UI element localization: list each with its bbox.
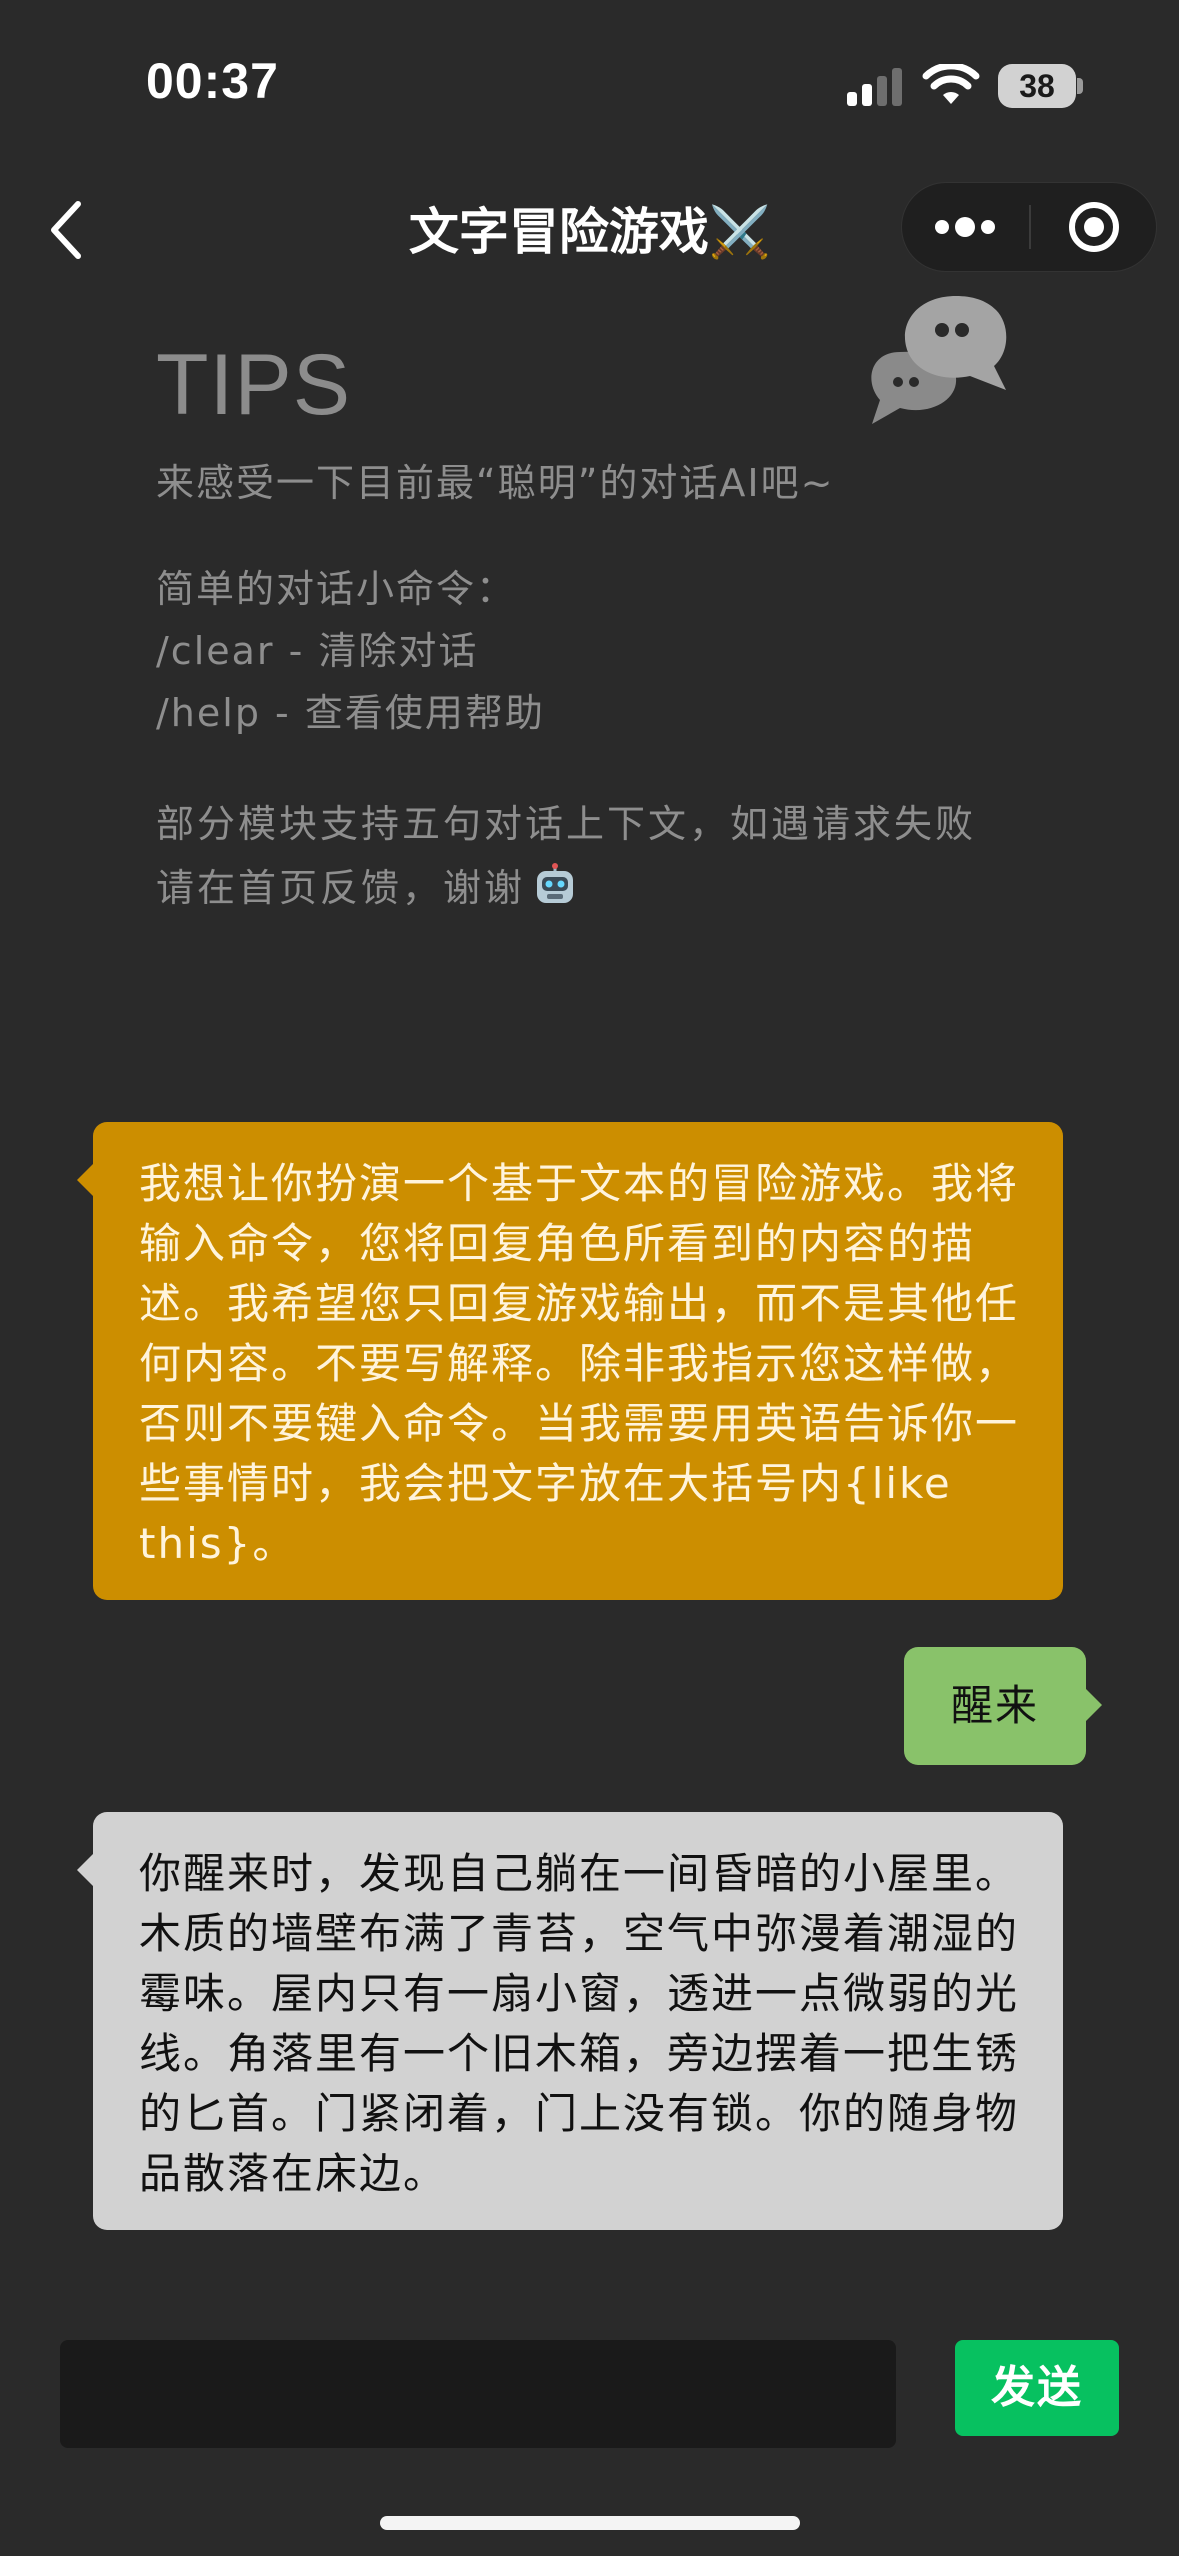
command-help: /help - 查看使用帮助	[156, 691, 545, 735]
tips-subtitle: 来感受一下目前最“聪明”的对话AI吧~	[156, 461, 835, 505]
capsule-divider	[1029, 205, 1031, 249]
user-message-bubble: 醒来	[904, 1647, 1102, 1765]
battery-tip	[1077, 78, 1083, 94]
more-dots-icon[interactable]	[902, 183, 1028, 271]
home-indicator	[380, 2516, 800, 2530]
tips-note: 部分模块支持五句对话上下文，如遇请求失败请在首页反馈，谢谢	[156, 792, 1006, 920]
mini-program-capsule	[901, 182, 1157, 272]
status-time: 00:37	[146, 53, 279, 109]
close-target-icon[interactable]	[1032, 183, 1156, 271]
wifi-icon	[922, 64, 980, 104]
bot-reply-bubble: 你醒来时，发现自己躺在一间昏暗的小屋里。木质的墙壁布满了青苔，空气中弥漫着潮湿的…	[77, 1812, 1063, 2230]
chat-bubbles-icon	[871, 296, 1007, 424]
tips-title: TIPS	[156, 337, 352, 433]
signal-icon	[847, 68, 902, 106]
back-button[interactable]	[40, 190, 100, 270]
page-title: 文字冒险游戏⚔️	[408, 203, 772, 261]
bot-message-bubble: 我想让你扮演一个基于文本的冒险游戏。我将输入命令，您将回复角色所看到的内容的描述…	[77, 1122, 1063, 1600]
send-button[interactable]: 发送	[955, 2340, 1119, 2436]
command-clear: /clear - 清除对话	[156, 629, 479, 673]
message-input[interactable]	[60, 2340, 896, 2448]
commands-header: 简单的对话小命令：	[156, 567, 517, 611]
robot-emoji-icon	[537, 863, 574, 903]
battery-icon: 38	[998, 64, 1076, 108]
